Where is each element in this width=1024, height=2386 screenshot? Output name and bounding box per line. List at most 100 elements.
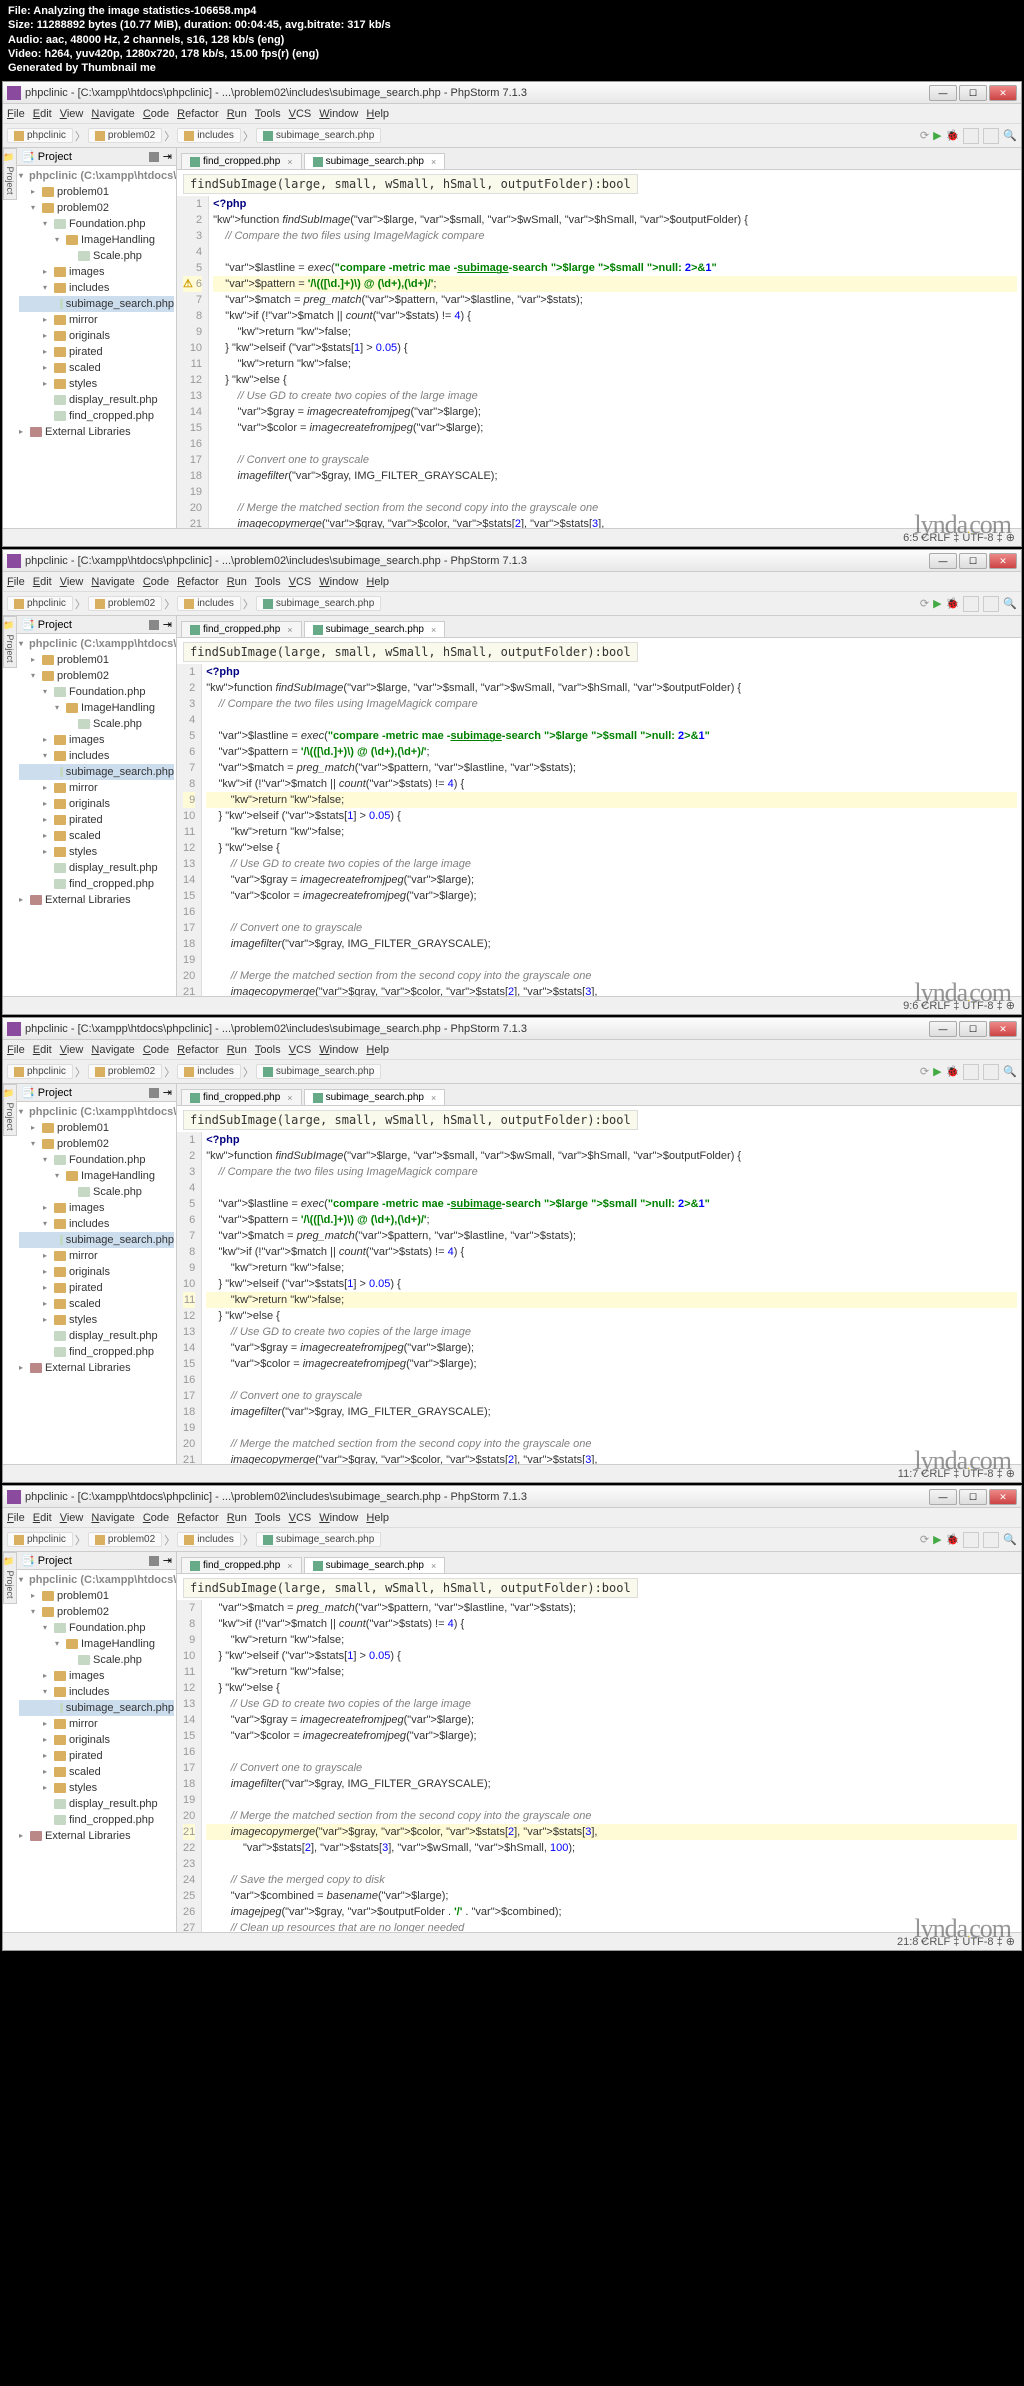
project-tree[interactable]: ▾phpclinic (C:\xampp\htdocs\phpclinic)▸p…	[17, 1570, 176, 1932]
breadcrumb-item[interactable]: problem02	[88, 1064, 162, 1079]
minimize-button[interactable]: —	[929, 1489, 957, 1505]
menu-item[interactable]: VCS	[289, 576, 312, 588]
project-tree[interactable]: ▾phpclinic (C:\xampp\htdocs\phpclinic) ▸p…	[17, 166, 176, 528]
editor-tab[interactable]: subimage_search.php×	[304, 1089, 446, 1105]
close-button[interactable]: ✕	[989, 85, 1017, 101]
run-toolbar[interactable]: ⟳ ▶ 🐞 🔍	[920, 1064, 1017, 1080]
tree-item[interactable]: display_result.php	[19, 1328, 174, 1344]
run-toolbar[interactable]: ⟳ ▶ 🐞 🔍	[920, 1532, 1017, 1548]
line-gutter[interactable]: 1234567891011121314151617181920212223242…	[177, 1132, 202, 1464]
tree-item[interactable]: ▾includes	[19, 280, 174, 296]
code-editor[interactable]: 1234567891011121314151617181920212223242…	[177, 1132, 1021, 1464]
menu-item[interactable]: Tools	[255, 1512, 281, 1524]
menubar[interactable]: FileEditViewNavigateCodeRefactorRunTools…	[3, 1508, 1021, 1528]
tree-item[interactable]: ▸styles	[19, 376, 174, 392]
line-gutter[interactable]: 7891011121314151617181920212223242526272…	[177, 1600, 202, 1932]
tree-item[interactable]: ▸originals	[19, 1264, 174, 1280]
breadcrumb-item[interactable]: phpclinic	[7, 596, 73, 611]
run-toolbar[interactable]: ⟳ ▶ 🐞 🔍	[920, 596, 1017, 612]
menu-item[interactable]: View	[60, 108, 84, 120]
tree-item[interactable]: ▾ImageHandling	[19, 1168, 174, 1184]
menu-item[interactable]: Navigate	[91, 1512, 134, 1524]
tree-item[interactable]: ▸originals	[19, 796, 174, 812]
minimize-button[interactable]: —	[929, 1021, 957, 1037]
menu-item[interactable]: Refactor	[177, 576, 219, 588]
tree-root[interactable]: ▾phpclinic (C:\xampp\htdocs\phpclinic)	[19, 1104, 174, 1120]
close-tab-icon[interactable]: ×	[431, 625, 436, 635]
tree-item[interactable]: ▾problem02	[19, 200, 174, 216]
close-tab-icon[interactable]: ×	[431, 157, 436, 167]
tree-item[interactable]: subimage_search.php	[19, 764, 174, 780]
tree-item[interactable]: Scale.php	[19, 716, 174, 732]
tree-item[interactable]: ▸scaled	[19, 828, 174, 844]
breadcrumb-item[interactable]: includes	[177, 128, 241, 143]
breadcrumb-item[interactable]: includes	[177, 596, 241, 611]
tree-external[interactable]: ▸External Libraries	[19, 1828, 174, 1844]
menubar[interactable]: FileEditViewNavigateCodeRefactorRunTools…	[3, 572, 1021, 592]
run-toolbar[interactable]: ⟳ ▶ 🐞 🔍	[920, 128, 1017, 144]
breadcrumb-item[interactable]: problem02	[88, 128, 162, 143]
project-tool-tab[interactable]: 📁 Project	[3, 148, 17, 200]
tree-item[interactable]: find_cropped.php	[19, 408, 174, 424]
tree-item[interactable]: ▸mirror	[19, 312, 174, 328]
tree-item[interactable]: display_result.php	[19, 392, 174, 408]
breadcrumb[interactable]: phpclinic〉problem02〉includes〉subimage_se…	[7, 1064, 916, 1080]
sidebar-header[interactable]: 📑 Project ⇥	[17, 1552, 176, 1570]
tree-item[interactable]: ▾problem02	[19, 668, 174, 684]
tree-item[interactable]: ▸styles	[19, 844, 174, 860]
tree-item[interactable]: ▾ImageHandling	[19, 700, 174, 716]
breadcrumb-item[interactable]: includes	[177, 1064, 241, 1079]
maximize-button[interactable]: ☐	[959, 85, 987, 101]
collapse-icon[interactable]: ⇥	[163, 1086, 172, 1099]
editor-tabs[interactable]: find_cropped.php×subimage_search.php×	[177, 1084, 1021, 1106]
project-tree[interactable]: ▾phpclinic (C:\xampp\htdocs\phpclinic)▸p…	[17, 634, 176, 996]
tree-item[interactable]: ▸styles	[19, 1312, 174, 1328]
menu-item[interactable]: Help	[366, 576, 389, 588]
editor-tab[interactable]: subimage_search.php×	[304, 153, 446, 169]
tool-button[interactable]	[983, 1064, 999, 1080]
sidebar-header[interactable]: 📑 Project ⇥	[17, 1084, 176, 1102]
menu-item[interactable]: Help	[366, 108, 389, 120]
menu-item[interactable]: Run	[227, 576, 247, 588]
code-content[interactable]: <?php"kw">function findSubImage("var">$l…	[202, 664, 1021, 996]
project-tool-tab[interactable]: 📁 Project	[3, 1552, 17, 1604]
tree-item[interactable]: ▸problem01	[19, 1588, 174, 1604]
tree-item[interactable]: subimage_search.php	[19, 296, 174, 312]
close-tab-icon[interactable]: ×	[431, 1093, 436, 1103]
menu-item[interactable]: Window	[319, 576, 358, 588]
tree-item[interactable]: ▸pirated	[19, 344, 174, 360]
minimize-button[interactable]: —	[929, 553, 957, 569]
tree-external[interactable]: ▸External Libraries	[19, 424, 174, 440]
menu-item[interactable]: Window	[319, 1512, 358, 1524]
menu-item[interactable]: Navigate	[91, 1044, 134, 1056]
gear-icon[interactable]	[149, 152, 159, 162]
close-tab-icon[interactable]: ×	[287, 157, 292, 167]
menubar[interactable]: FileEditViewNavigateCodeRefactorRunTools…	[3, 1040, 1021, 1060]
breadcrumb-item[interactable]: subimage_search.php	[256, 596, 381, 611]
breadcrumb-item[interactable]: problem02	[88, 596, 162, 611]
tree-item[interactable]: ▾includes	[19, 1684, 174, 1700]
tree-item[interactable]: ▾problem02	[19, 1136, 174, 1152]
line-gutter[interactable]: 1234567891011121314151617181920212223242…	[177, 664, 202, 996]
sidebar-header[interactable]: 📑 Project ⇥	[17, 148, 176, 166]
tree-item[interactable]: subimage_search.php	[19, 1700, 174, 1716]
tree-root[interactable]: ▾phpclinic (C:\xampp\htdocs\phpclinic)	[19, 168, 174, 184]
tree-item[interactable]: Scale.php	[19, 1184, 174, 1200]
tree-item[interactable]: ▸images	[19, 1200, 174, 1216]
tree-item[interactable]: display_result.php	[19, 1796, 174, 1812]
editor-tab[interactable]: subimage_search.php×	[304, 1557, 446, 1573]
tree-item[interactable]: ▸pirated	[19, 1280, 174, 1296]
gear-icon[interactable]	[149, 1556, 159, 1566]
menu-item[interactable]: Navigate	[91, 576, 134, 588]
tool-button[interactable]	[963, 1064, 979, 1080]
menu-item[interactable]: Refactor	[177, 1044, 219, 1056]
tree-item[interactable]: ▸originals	[19, 328, 174, 344]
menu-item[interactable]: VCS	[289, 1044, 312, 1056]
tree-item[interactable]: Scale.php	[19, 1652, 174, 1668]
menu-item[interactable]: Help	[366, 1512, 389, 1524]
menu-item[interactable]: Edit	[33, 576, 52, 588]
breadcrumb-item[interactable]: subimage_search.php	[256, 128, 381, 143]
tree-item[interactable]: ▸scaled	[19, 1764, 174, 1780]
tree-item[interactable]: find_cropped.php	[19, 1812, 174, 1828]
tree-item[interactable]: ▾Foundation.php	[19, 1152, 174, 1168]
